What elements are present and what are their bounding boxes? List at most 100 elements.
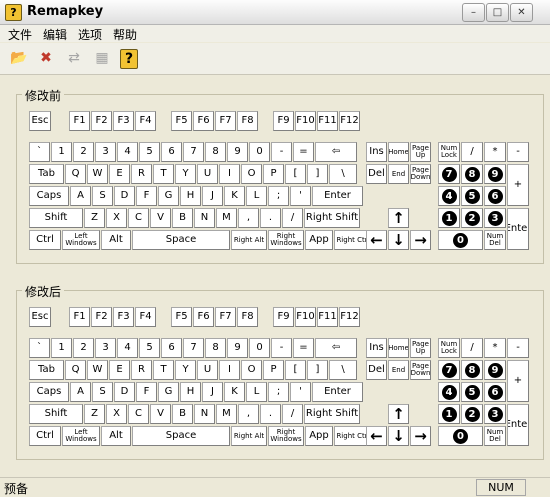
before-key-z-4[interactable]: V (150, 208, 171, 228)
before-key-num-0[interactable]: ` (29, 142, 50, 162)
before-key-q-0[interactable]: Tab (29, 164, 64, 184)
after-key-z-10[interactable]: / (282, 404, 303, 424)
before-key-numpad-2[interactable]: 2 (461, 208, 483, 228)
after-key-numpad-6[interactable]: 6 (484, 382, 506, 402)
before-key-f7[interactable]: F7 (215, 111, 236, 131)
after-key-a-9[interactable]: L (246, 382, 267, 402)
before-key-num-5[interactable]: 5 (139, 142, 160, 162)
after-key-a-3[interactable]: D (114, 382, 135, 402)
after-key-num-5[interactable]: 5 (139, 338, 160, 358)
before-key-a-3[interactable]: D (114, 186, 135, 206)
after-key-a-0[interactable]: Caps (29, 382, 69, 402)
before-key-bottom-6[interactable]: App (305, 230, 333, 250)
after-key-num-3[interactable]: 3 (95, 338, 116, 358)
before-key-z-1[interactable]: Z (84, 208, 105, 228)
after-key-num-2[interactable]: 2 (73, 338, 94, 358)
before-key-a-6[interactable]: H (180, 186, 201, 206)
before-key-q-10[interactable]: P (263, 164, 284, 184)
before-key-q-8[interactable]: I (219, 164, 240, 184)
after-key-z-6[interactable]: N (194, 404, 215, 424)
after-key-numpad-4[interactable]: 4 (438, 382, 460, 402)
after-key-f7[interactable]: F7 (215, 307, 236, 327)
before-key-q-11[interactable]: [ (285, 164, 306, 184)
before-key-z-3[interactable]: C (128, 208, 149, 228)
after-key-numpad-enter[interactable]: Enter (507, 404, 529, 446)
before-key-f6[interactable]: F6 (193, 111, 214, 131)
menu-file[interactable]: 文件 (8, 26, 32, 43)
open-icon[interactable]: 📂 (8, 47, 30, 69)
after-key-q-0[interactable]: Tab (29, 360, 64, 380)
after-key-q-3[interactable]: E (109, 360, 130, 380)
after-key-f11[interactable]: F11 (317, 307, 338, 327)
before-key-a-7[interactable]: J (202, 186, 223, 206)
after-key-left[interactable]: ← (366, 426, 387, 446)
after-key-f5[interactable]: F5 (171, 307, 192, 327)
after-key-a-10[interactable]: ; (268, 382, 289, 402)
after-key-numpad-7[interactable]: 7 (438, 360, 460, 380)
before-key-bottom-1[interactable]: Left Windows (62, 230, 100, 250)
after-key-z-9[interactable]: . (260, 404, 281, 424)
after-key-numpad-8[interactable]: 8 (461, 360, 483, 380)
after-key-q-6[interactable]: Y (175, 360, 196, 380)
after-key-nav-3[interactable]: Del (366, 360, 387, 380)
after-key-right[interactable]: → (410, 426, 431, 446)
after-key-numpad-top-0[interactable]: Num Lock (438, 338, 460, 358)
after-key-num-10[interactable]: 0 (249, 338, 270, 358)
before-key-q-9[interactable]: O (241, 164, 262, 184)
before-key-bottom-4[interactable]: Right Alt (231, 230, 267, 250)
before-key-f8[interactable]: F8 (237, 111, 258, 131)
before-key-z-10[interactable]: / (282, 208, 303, 228)
after-key-z-1[interactable]: Z (84, 404, 105, 424)
help-icon[interactable]: ? (120, 49, 138, 69)
before-key-f12[interactable]: F12 (339, 111, 360, 131)
after-key-nav-2[interactable]: Page Up (410, 338, 431, 358)
menu-help[interactable]: 帮助 (113, 26, 137, 43)
after-key-nav-1[interactable]: Home (388, 338, 409, 358)
before-key-z-9[interactable]: . (260, 208, 281, 228)
after-key-numpad-3[interactable]: 3 (484, 404, 506, 424)
before-key-z-11[interactable]: Right Shift (304, 208, 360, 228)
before-key-numpad-del[interactable]: Num Del (484, 230, 506, 250)
before-key-num-13[interactable]: ⇦ (315, 142, 357, 162)
after-key-a-8[interactable]: K (224, 382, 245, 402)
before-key-num-4[interactable]: 4 (117, 142, 138, 162)
before-key-num-7[interactable]: 7 (183, 142, 204, 162)
before-key-down[interactable]: ↓ (388, 230, 409, 250)
before-key-num-8[interactable]: 8 (205, 142, 226, 162)
after-key-a-7[interactable]: J (202, 382, 223, 402)
before-key-f10[interactable]: F10 (295, 111, 316, 131)
before-key-a-9[interactable]: L (246, 186, 267, 206)
after-key-num-7[interactable]: 7 (183, 338, 204, 358)
after-key-bottom-6[interactable]: App (305, 426, 333, 446)
after-key-numpad-top-3[interactable]: - (507, 338, 529, 358)
after-key-q-8[interactable]: I (219, 360, 240, 380)
menu-edit[interactable]: 编辑 (43, 26, 67, 43)
before-key-numpad-0[interactable]: 0 (438, 230, 483, 250)
after-key-q-2[interactable]: W (87, 360, 108, 380)
before-key-f1[interactable]: F1 (69, 111, 90, 131)
before-key-bottom-5[interactable]: Right Windows (268, 230, 304, 250)
before-key-q-7[interactable]: U (197, 164, 218, 184)
before-key-numpad-7[interactable]: 7 (438, 164, 460, 184)
after-key-num-6[interactable]: 6 (161, 338, 182, 358)
after-key-bottom-0[interactable]: Ctrl (29, 426, 61, 446)
before-key-a-10[interactable]: ; (268, 186, 289, 206)
after-key-numpad-1[interactable]: 1 (438, 404, 460, 424)
after-key-bottom-2[interactable]: Alt (101, 426, 131, 446)
after-key-a-11[interactable]: ' (290, 382, 311, 402)
before-key-numpad-top-0[interactable]: Num Lock (438, 142, 460, 162)
before-key-f2[interactable]: F2 (91, 111, 112, 131)
before-key-q-1[interactable]: Q (65, 164, 86, 184)
after-key-a-5[interactable]: G (158, 382, 179, 402)
after-key-z-3[interactable]: C (128, 404, 149, 424)
after-key-num-0[interactable]: ` (29, 338, 50, 358)
after-key-z-8[interactable]: , (238, 404, 259, 424)
before-key-esc[interactable]: Esc (29, 111, 51, 131)
before-key-f5[interactable]: F5 (171, 111, 192, 131)
before-key-z-7[interactable]: M (216, 208, 237, 228)
before-key-bottom-0[interactable]: Ctrl (29, 230, 61, 250)
after-key-esc[interactable]: Esc (29, 307, 51, 327)
before-key-numpad-top-2[interactable]: * (484, 142, 506, 162)
before-key-a-11[interactable]: ' (290, 186, 311, 206)
remove-icon[interactable]: ✖ (35, 47, 57, 69)
